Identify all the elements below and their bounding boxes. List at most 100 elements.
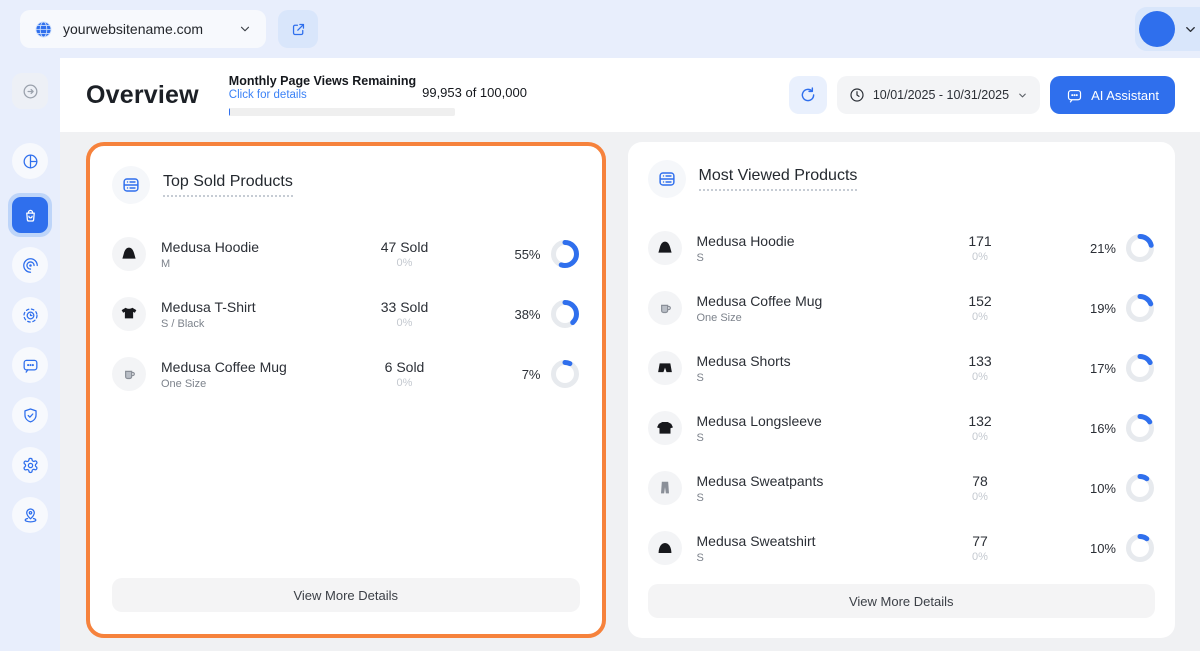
product-image	[647, 411, 682, 445]
product-name: Medusa Longsleeve	[696, 412, 822, 429]
map-pin-icon	[21, 506, 40, 525]
globe-icon	[34, 20, 53, 39]
product-percent-donut	[1126, 294, 1154, 322]
product-row: Medusa Sweatpants S 78 0% 10%	[647, 458, 1156, 518]
product-name: Medusa Coffee Mug	[161, 358, 287, 375]
page-header: Overview Monthly Page Views Remaining Cl…	[60, 58, 1200, 132]
open-site-button[interactable]	[278, 10, 318, 48]
product-row: Medusa Shorts S 133 0% 17%	[647, 338, 1156, 398]
product-count-sub: 0%	[972, 551, 988, 563]
list-server-icon	[112, 166, 150, 204]
sidebar-item-store[interactable]	[8, 193, 52, 237]
product-variant: S / Black	[161, 317, 205, 330]
product-percent: 16%	[1089, 420, 1116, 436]
product-row: Medusa Longsleeve S 132 0% 16%	[647, 398, 1156, 458]
ai-assistant-button[interactable]: AI Assistant	[1050, 76, 1175, 114]
product-row: Medusa Sweatshirt S 77 0% 10%	[647, 518, 1156, 578]
product-count: 6 Sold	[384, 359, 425, 375]
sidebar-item-sessions[interactable]	[12, 247, 48, 283]
top-sold-products-card: Top Sold Products Medusa Hoodie M 47 Sold 0…	[92, 148, 600, 632]
target-clock-icon	[21, 306, 40, 325]
product-image	[112, 357, 146, 391]
external-link-icon	[290, 21, 307, 38]
date-range-value: 10/01/2025 - 10/31/2025	[872, 88, 1010, 102]
product-percent: 7%	[521, 366, 541, 382]
ai-assistant-label: AI Assistant	[1091, 87, 1159, 103]
sidebar-item-chat[interactable]	[12, 347, 48, 383]
chat-bubble-icon	[1066, 87, 1083, 104]
product-image	[647, 471, 682, 505]
dashboard-content: Top Sold Products Medusa Hoodie M 47 Sold 0…	[60, 132, 1200, 651]
product-percent: 19%	[1089, 300, 1116, 316]
sidebar-item-settings[interactable]	[12, 447, 48, 483]
product-name: Medusa T-Shirt	[161, 298, 256, 315]
chevron-down-icon	[1017, 90, 1028, 101]
product-name: Medusa Shorts	[696, 352, 791, 369]
product-count: 152	[968, 293, 992, 309]
sidebar	[0, 58, 60, 651]
card-title: Top Sold Products	[163, 173, 293, 197]
list-server-icon	[647, 160, 686, 198]
product-image	[112, 297, 146, 331]
most-viewed-products-card: Most Viewed Products Medusa Hoodie S 171 0%…	[627, 142, 1175, 638]
page-views-progress	[228, 108, 455, 117]
product-count: 133	[968, 353, 992, 369]
product-variant: S	[696, 491, 704, 504]
sidebar-toggle[interactable]	[12, 73, 48, 109]
product-percent: 38%	[514, 306, 541, 322]
product-count-sub: 0%	[972, 491, 988, 503]
product-variant: One Size	[696, 311, 742, 324]
product-name: Medusa Sweatshirt	[696, 532, 816, 549]
product-percent-donut	[550, 240, 579, 268]
sidebar-item-heatmap[interactable]	[12, 297, 48, 333]
view-more-details-button[interactable]: View More Details	[112, 578, 580, 612]
product-count-sub: 0%	[972, 311, 988, 323]
view-more-details-button[interactable]: View More Details	[647, 584, 1155, 618]
sidebar-item-analytics[interactable]	[12, 143, 48, 179]
product-row: Medusa Hoodie S 171 0% 21%	[647, 218, 1156, 278]
refresh-icon	[799, 86, 817, 104]
account-menu[interactable]	[1135, 7, 1200, 51]
refresh-button[interactable]	[788, 76, 827, 114]
product-variant: M	[161, 257, 171, 270]
clock-icon	[849, 87, 865, 103]
sidebar-item-geography[interactable]	[12, 497, 48, 533]
product-variant: S	[696, 551, 704, 564]
chat-bubble-icon	[21, 356, 40, 375]
product-percent-donut	[1126, 474, 1154, 502]
card-title: Most Viewed Products	[698, 167, 858, 191]
product-name: Medusa Sweatpants	[696, 472, 824, 489]
shield-check-icon	[21, 406, 40, 425]
page-views-usage: 99,953 of 100,000	[422, 85, 527, 101]
product-name: Medusa Coffee Mug	[696, 292, 823, 309]
site-name: yourwebsitename.com	[63, 21, 204, 37]
gear-icon	[21, 456, 40, 475]
product-count-sub: 0%	[972, 431, 988, 443]
page-views-details-link[interactable]: Click for details	[229, 89, 416, 101]
pie-chart-icon	[21, 152, 40, 171]
product-image	[647, 351, 682, 385]
sidebar-item-security[interactable]	[12, 397, 48, 433]
date-range-picker[interactable]: 10/01/2025 - 10/31/2025	[836, 76, 1041, 114]
product-row: Medusa T-Shirt S / Black 33 Sold 0% 38%	[112, 284, 580, 344]
product-percent-donut	[1126, 414, 1154, 442]
product-count: 132	[968, 413, 992, 429]
product-rows: Medusa Hoodie M 47 Sold 0% 55% Medusa T-Shir…	[112, 224, 580, 404]
product-percent-donut	[550, 360, 579, 388]
product-count-sub: 0%	[396, 317, 413, 329]
product-count-sub: 0%	[972, 371, 988, 383]
page-views-label: Monthly Page Views Remaining	[228, 73, 417, 88]
product-count-sub: 0%	[972, 251, 988, 263]
topbar: yourwebsitename.com	[0, 0, 1200, 58]
site-selector[interactable]: yourwebsitename.com	[20, 10, 266, 48]
page-title: Overview	[86, 80, 199, 109]
collapse-icon	[21, 82, 40, 101]
top-sold-card-highlight: Top Sold Products Medusa Hoodie M 47 Sold 0…	[86, 142, 606, 638]
chevron-down-icon	[1183, 22, 1198, 37]
product-count: 78	[972, 473, 988, 489]
product-image	[647, 531, 682, 565]
product-image	[647, 291, 682, 325]
product-variant: S	[696, 251, 704, 264]
product-percent: 21%	[1089, 240, 1116, 256]
product-row: Medusa Hoodie M 47 Sold 0% 55%	[112, 224, 580, 284]
